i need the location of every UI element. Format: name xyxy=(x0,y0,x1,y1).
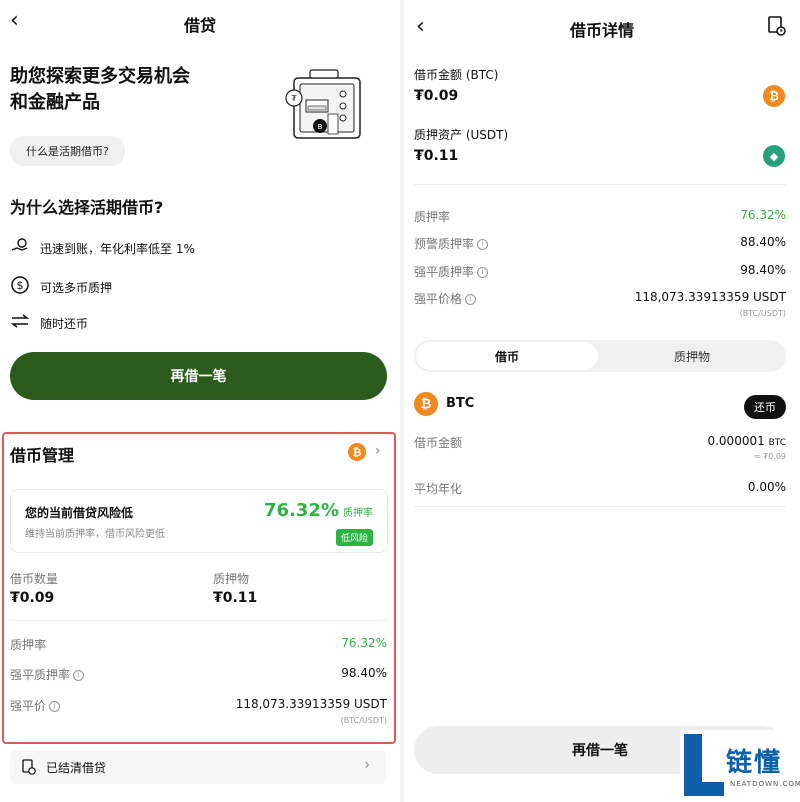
page-title: 借币详情 xyxy=(569,21,634,40)
btc-coin-icon: ₿ xyxy=(348,443,366,461)
settled-loans-row[interactable]: 已结清借贷 › xyxy=(10,750,386,784)
watermark-logo: 链懂 NEATDOWN.COM xyxy=(680,730,800,802)
borrow-again-button[interactable]: 再借一笔 xyxy=(10,352,387,400)
liquidation-ltv-label-text: 强平质押率 xyxy=(414,265,475,279)
liquidation-price-row-value: 118,073.33913359 USDT xyxy=(634,290,786,304)
settled-loans-label: 已结清借贷 xyxy=(46,761,107,775)
risk-title: 您的当前借贷风险低 xyxy=(25,506,134,520)
safe-illustration: B ₮ xyxy=(285,69,361,139)
divider xyxy=(414,506,786,507)
liquidation-price-label-text: 强平价格 xyxy=(414,292,463,306)
feature-text: 迅速到账，年化利率低至 1% xyxy=(40,241,195,256)
page-title: 借贷 xyxy=(183,16,216,35)
liquidation-price-row-value: 118,073.33913359 USDT xyxy=(235,697,387,711)
borrow-qty-label: 借币数量 xyxy=(10,572,59,586)
svg-text:$: $ xyxy=(17,279,24,292)
history-icon[interactable] xyxy=(768,16,786,40)
risk-badge: 低风险 xyxy=(335,529,373,546)
coin-borrow-amount-label: 借币金额 xyxy=(414,436,463,450)
btc-coin-icon: ₿ xyxy=(414,392,438,416)
ltv-row-value: 76.32% xyxy=(740,208,786,222)
price-unit: (BTC/USDT) xyxy=(739,309,786,318)
liquidation-ltv-row-label: 强平质押率 i xyxy=(414,263,489,280)
hand-coin-icon xyxy=(10,238,30,258)
watermark-text: 链懂 xyxy=(726,748,783,778)
tab-collateral[interactable]: 质押物 xyxy=(600,342,784,370)
usdt-coin-icon: ◆ xyxy=(763,145,785,167)
info-icon[interactable]: i xyxy=(465,294,477,305)
feature-text: 随时还币 xyxy=(40,316,89,331)
warning-ltv-row-label: 预警质押率 i xyxy=(414,235,489,252)
ltv-value: 76.32% xyxy=(264,500,339,521)
collateral-asset-value: ₮0.11 xyxy=(414,148,459,164)
swap-arrows-icon xyxy=(10,314,30,332)
svg-text:B: B xyxy=(318,123,323,131)
document-clock-icon xyxy=(22,759,36,778)
dollar-circle-icon: $ xyxy=(10,276,30,298)
risk-subtitle: 维持当前质押率，借币风险更低 xyxy=(25,529,165,540)
price-unit: (BTC/USDT) xyxy=(340,716,387,725)
feature-item-repay-anytime: 随时还币 xyxy=(10,314,88,332)
liquidation-price-row-label: 强平价格 i xyxy=(414,290,477,307)
info-icon[interactable]: i xyxy=(73,670,85,681)
feature-text: 可选多币质押 xyxy=(40,280,113,295)
ltv-label: 质押率 xyxy=(343,508,373,519)
divider xyxy=(414,184,786,185)
coin-amount-number: 0.000001 xyxy=(707,434,765,448)
hero-headline-line2: 和金融产品 xyxy=(10,92,100,113)
warning-ltv-label-text: 预警质押率 xyxy=(414,237,475,251)
info-icon[interactable]: i xyxy=(477,239,489,250)
liquidation-ltv-row-value: 98.40% xyxy=(341,666,387,680)
ltv-row-label: 质押率 xyxy=(10,638,47,652)
coin-amount-approx: ≈ ₮0.09 xyxy=(753,452,786,461)
watermark-sub: NEATDOWN.COM xyxy=(730,780,800,788)
loan-detail-screen: ‹ 借币详情 借币金额 (BTC) ₮0.09 ₿ 质押资产 (USDT) ₮0… xyxy=(404,0,800,802)
repay-button[interactable]: 还币 xyxy=(744,395,786,419)
divider xyxy=(10,620,386,621)
collateral-value: ₮0.11 xyxy=(213,590,258,606)
avg-apr-value: 0.00% xyxy=(747,480,786,494)
what-is-flexible-loan-button[interactable]: 什么是活期借币? xyxy=(10,136,125,166)
borrow-amount-label: 借币金额 (BTC) xyxy=(414,68,499,82)
liquidation-price-row-label: 强平价 i xyxy=(10,697,61,714)
warning-ltv-row-value: 88.40% xyxy=(740,235,786,249)
borrow-qty-value: ₮0.09 xyxy=(10,590,55,606)
liquidation-ltv-row-label: 强平质押率 i xyxy=(10,666,85,683)
coin-borrow-amount-value: 0.000001 BTC xyxy=(707,434,786,448)
borrow-amount-value: ₮0.09 xyxy=(414,88,459,104)
risk-card: 您的当前借贷风险低 维持当前质押率，借币风险更低 76.32% 质押率 低风险 xyxy=(10,489,388,553)
loan-management-title: 借币管理 xyxy=(10,446,75,465)
hero-headline-line1: 助您探索更多交易机会 xyxy=(10,66,190,87)
coin-amount-unit: BTC xyxy=(768,438,786,448)
feature-item-multi-collateral: $ 可选多币质押 xyxy=(10,276,112,298)
why-section-title: 为什么选择活期借币? xyxy=(10,198,164,217)
ltv-summary: 76.32% 质押率 xyxy=(264,500,373,521)
loan-overview-screen: ‹ 借贷 助您探索更多交易机会 和金融产品 B ₮ 什么是活期借币? 为什么选择… xyxy=(0,0,400,802)
btc-coin-icon: ₿ xyxy=(763,85,785,107)
liquidation-ltv-label-text: 强平质押率 xyxy=(10,668,71,682)
tab-borrowed-coins[interactable]: 借币 xyxy=(416,342,598,370)
feature-item-fast: 迅速到账，年化利率低至 1% xyxy=(10,238,195,258)
collateral-asset-label: 质押资产 (USDT) xyxy=(414,128,509,142)
liquidation-ltv-row-value: 98.40% xyxy=(740,263,786,277)
ltv-row-value: 76.32% xyxy=(341,636,387,650)
liquidation-price-label-text: 强平价 xyxy=(10,699,47,713)
watermark-l-foot xyxy=(684,782,724,796)
collateral-label: 质押物 xyxy=(213,572,250,586)
tab-switcher: 借币 质押物 xyxy=(414,340,786,372)
chevron-right-icon: › xyxy=(364,757,370,773)
coin-name: BTC xyxy=(446,396,475,411)
chevron-right-icon[interactable]: › xyxy=(375,443,381,459)
info-icon[interactable]: i xyxy=(49,701,61,712)
info-icon[interactable]: i xyxy=(477,267,489,278)
ltv-row-label: 质押率 xyxy=(414,210,451,224)
avg-apr-label: 平均年化 xyxy=(414,482,463,496)
